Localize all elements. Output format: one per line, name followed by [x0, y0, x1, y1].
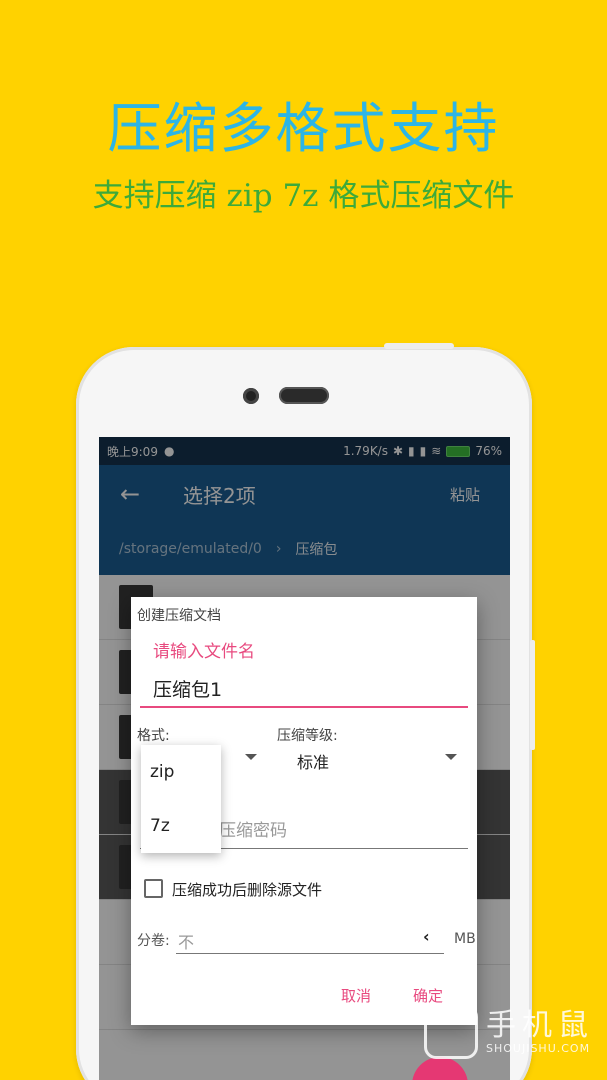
watermark-logo: 手机鼠 SHOUJISHU.COM [424, 1000, 604, 1070]
format-option-7z[interactable]: 7z [141, 799, 221, 853]
level-label: 压缩等级: [277, 728, 338, 744]
format-dropdown-menu: zip 7z [141, 745, 221, 853]
split-unit: MB [454, 931, 476, 947]
split-label: 分卷: [137, 933, 170, 949]
phone-power-button [384, 343, 454, 349]
chevron-left-icon[interactable]: ‹ [423, 927, 430, 946]
cancel-button[interactable]: 取消 [341, 985, 371, 1006]
split-underline [176, 953, 444, 954]
filename-underline [140, 706, 468, 708]
cloud-icon [424, 1005, 478, 1059]
camera-icon [243, 388, 259, 404]
filename-field[interactable]: 压缩包1 [153, 675, 222, 702]
delete-source-checkbox[interactable] [144, 879, 163, 898]
format-dropdown-arrow-icon[interactable] [245, 754, 257, 760]
format-option-zip[interactable]: zip [141, 745, 221, 799]
password-field[interactable]: 压缩密码 [219, 816, 287, 841]
speaker-grille [279, 387, 329, 404]
format-label: 格式: [137, 728, 170, 744]
filename-label: 请输入文件名 [153, 642, 255, 662]
split-field[interactable]: 不 [178, 929, 194, 953]
watermark-domain: SHOUJISHU.COM [486, 1042, 591, 1055]
promo-subline: 支持压缩 zip 7z 格式压缩文件 [92, 178, 515, 214]
level-dropdown-arrow-icon[interactable] [445, 754, 457, 760]
delete-source-label[interactable]: 压缩成功后删除源文件 [172, 879, 322, 900]
watermark-text: 手机鼠 [486, 1008, 594, 1043]
phone-volume-button [530, 640, 535, 750]
dialog-title: 创建压缩文档 [137, 608, 221, 624]
promo-headline: 压缩多格式支持 [107, 97, 500, 160]
level-select[interactable]: 标准 [297, 749, 329, 773]
